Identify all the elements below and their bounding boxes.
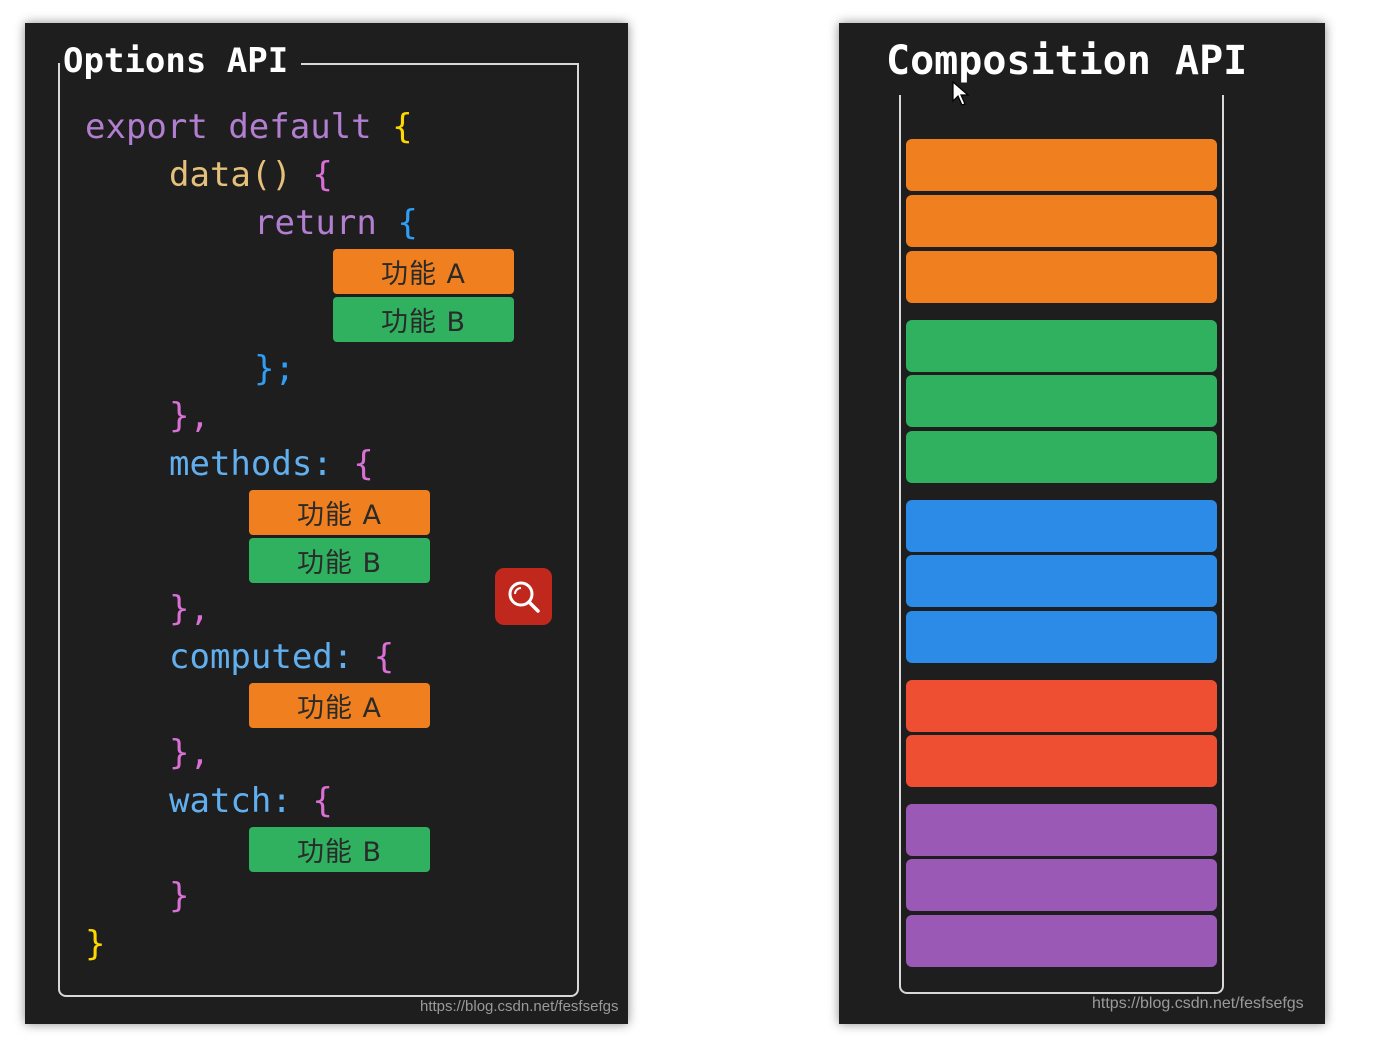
open-brace: { — [312, 781, 333, 821]
methods-key: methods: — [169, 444, 333, 484]
code-line-export: export default { — [85, 107, 413, 147]
data-function: data() — [169, 155, 292, 195]
block-orange-3 — [906, 251, 1217, 303]
block-blue-1 — [906, 500, 1217, 552]
block-green-2 — [906, 375, 1217, 427]
block-blue-2 — [906, 555, 1217, 607]
open-brace: { — [397, 203, 418, 243]
code-line-data: data() { — [169, 155, 333, 195]
feature-b-tag: 功能 B — [333, 297, 514, 342]
feature-a-tag: 功能 A — [249, 683, 430, 728]
code-line-methods: methods: { — [169, 444, 374, 484]
code-line-data-close: }, — [169, 396, 210, 436]
block-orange-1 — [906, 139, 1217, 191]
block-green-1 — [906, 320, 1217, 372]
options-api-title: Options API — [63, 41, 289, 81]
block-purple-3 — [906, 915, 1217, 967]
search-button[interactable] — [495, 568, 552, 625]
block-red-2 — [906, 735, 1217, 787]
block-green-3 — [906, 431, 1217, 483]
code-line-export-close: } — [85, 924, 106, 964]
feature-b-tag: 功能 B — [249, 827, 430, 872]
open-brace: { — [353, 444, 374, 484]
code-line-computed-close: }, — [169, 733, 210, 773]
open-brace: { — [312, 155, 333, 195]
frame-top-line — [301, 63, 579, 65]
feature-a-tag: 功能 A — [249, 490, 430, 535]
code-line-watch-close: } — [169, 876, 190, 916]
code-line-return: return { — [254, 203, 418, 243]
composition-api-title: Composition API — [886, 38, 1248, 84]
open-brace: { — [392, 107, 413, 147]
feature-b-tag: 功能 B — [249, 538, 430, 583]
block-blue-3 — [906, 611, 1217, 663]
return-keyword: return — [254, 203, 377, 243]
options-api-panel: Options API export default { data() { re… — [25, 23, 628, 1024]
code-line-computed: computed: { — [169, 637, 394, 677]
watch-key: watch: — [169, 781, 292, 821]
block-purple-2 — [906, 859, 1217, 911]
block-orange-2 — [906, 195, 1217, 247]
block-red-1 — [906, 680, 1217, 732]
watermark-right: https://blog.csdn.net/fesfsefgs — [1092, 995, 1304, 1012]
composition-api-panel: Composition API https://blog.csdn.net/fe… — [839, 23, 1325, 1024]
open-brace: { — [373, 637, 395, 677]
code-line-return-close: }; — [254, 349, 295, 389]
block-purple-1 — [906, 804, 1217, 856]
default-keyword: default — [228, 107, 372, 147]
export-keyword: export — [85, 107, 208, 147]
code-line-methods-close: }, — [169, 589, 210, 629]
search-icon — [508, 581, 540, 613]
feature-a-tag: 功能 A — [333, 249, 514, 294]
watermark-left: https://blog.csdn.net/fesfsefgs — [420, 998, 619, 1015]
code-line-watch: watch: { — [169, 781, 333, 821]
mouse-cursor-icon — [952, 81, 970, 106]
computed-key: computed: — [169, 637, 354, 677]
